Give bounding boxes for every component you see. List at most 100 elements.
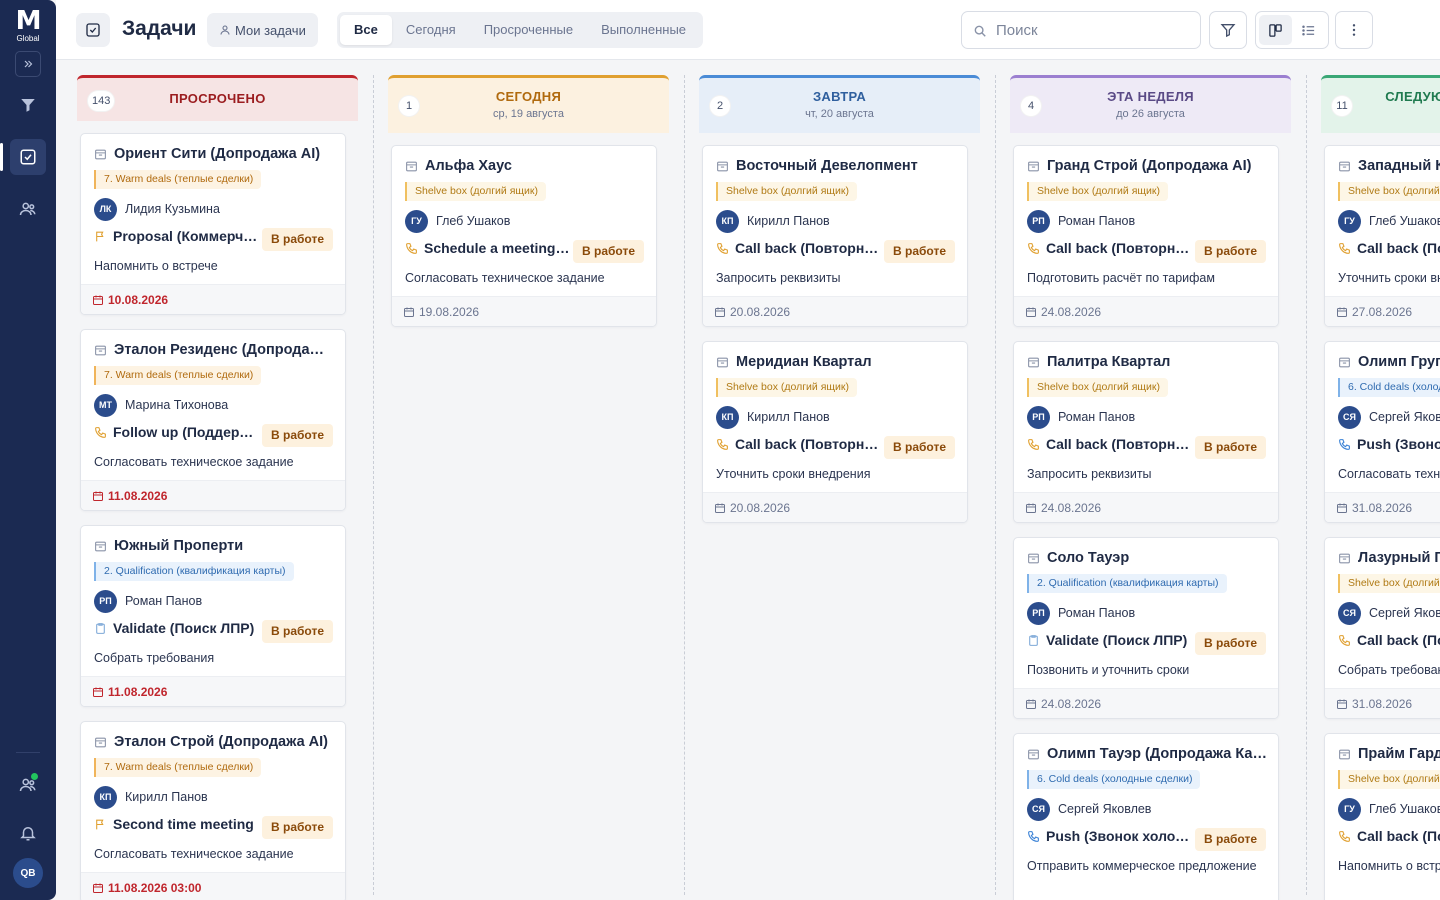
more-options-button[interactable]: [1335, 11, 1373, 49]
brand-logo[interactable]: M Global: [12, 8, 44, 44]
task-card[interactable]: Гранд Строй (Допродажа AI) Shelve box (д…: [1013, 145, 1279, 327]
task-action[interactable]: Validate (Поиск ЛПР): [94, 620, 259, 636]
assignee: РП Роман Панов: [94, 589, 202, 613]
deal-title[interactable]: Ориент Сити (Допродажа AI): [94, 146, 334, 162]
board-column: 2 ЗАВТРА чт, 20 августа Восточный Девело…: [699, 75, 980, 900]
sidebar-item-team[interactable]: [10, 767, 46, 803]
sidebar-item-funnel[interactable]: [10, 87, 46, 123]
deal-title[interactable]: Южный Проперти: [94, 538, 334, 554]
sidebar-rail: M Global QB: [0, 0, 56, 900]
status-badge[interactable]: В работе: [1195, 240, 1266, 263]
deal-title[interactable]: Гранд Строй (Допродажа AI): [1027, 158, 1267, 174]
list-view-button[interactable]: [1292, 15, 1325, 45]
status-badge[interactable]: В работе: [1195, 436, 1266, 459]
sidebar-item-tasks[interactable]: [0, 139, 46, 175]
column-header[interactable]: 143 ПРОСРОЧЕНО: [77, 75, 358, 121]
search-box: [961, 11, 1201, 49]
task-card[interactable]: Олимп Групп 6. Cold deals (холодные сдел…: [1324, 341, 1440, 523]
tab-overdue[interactable]: Просроченные: [470, 15, 587, 45]
deal-title-text: Восточный Девелопмент: [736, 158, 918, 174]
status-badge[interactable]: В работе: [262, 228, 333, 251]
notifications-button[interactable]: [10, 815, 46, 851]
task-description: Согласовать техническое задание: [94, 847, 294, 861]
task-action[interactable]: Push (Звонок холодному клиенту): [1338, 436, 1440, 452]
assignee-avatar: СЯ: [1338, 405, 1361, 429]
deal-title[interactable]: Лазурный Град: [1338, 550, 1440, 566]
task-action[interactable]: Push (Звонок холодному клиенту): [1027, 828, 1192, 844]
deal-title-text: Палитра Квартал: [1047, 354, 1171, 370]
tab-all[interactable]: Все: [340, 15, 392, 45]
status-badge[interactable]: В работе: [1195, 632, 1266, 655]
due-date-text: 11.08.2026: [108, 489, 168, 503]
task-card[interactable]: Лазурный Град Shelve box (долгий ящик) С…: [1324, 537, 1440, 719]
deal-title[interactable]: Палитра Квартал: [1027, 354, 1267, 370]
status-badge[interactable]: В работе: [884, 240, 955, 263]
column-title: СЕГОДНЯ: [495, 89, 562, 104]
deal-title[interactable]: Западный Квартал: [1338, 158, 1440, 174]
status-badge[interactable]: В работе: [573, 240, 644, 263]
status-badge[interactable]: В работе: [262, 620, 333, 643]
column-header[interactable]: 11 СЛЕДУЮЩАЯ НЕДЕЛЯ 27: [1321, 75, 1440, 133]
calendar-icon: [1026, 699, 1036, 709]
task-card[interactable]: Соло Тауэр 2. Qualification (квалификаци…: [1013, 537, 1279, 719]
task-action[interactable]: Call back (Повторный звонок): [1027, 436, 1192, 452]
task-action[interactable]: Proposal (Коммерческое предложение): [94, 228, 259, 244]
task-card[interactable]: Эталон Резиденс (Допродажа AI) 7. Warm d…: [80, 329, 346, 511]
column-header[interactable]: 1 СЕГОДНЯ ср, 19 августа: [388, 75, 669, 133]
task-action[interactable]: Call back (Повторный звонок): [1338, 828, 1440, 844]
task-card[interactable]: Олимп Тауэр (Допродажа Карты) 6. Cold de…: [1013, 733, 1279, 900]
deal-box-icon: [717, 161, 728, 172]
assignee-name: Лидия Кузьмина: [125, 202, 220, 216]
user-avatar[interactable]: QB: [13, 858, 43, 888]
deal-title[interactable]: Олимп Тауэр (Допродажа Карты): [1027, 746, 1267, 762]
task-card[interactable]: Прайм Гарден Shelve box (долгий ящик) ГУ…: [1324, 733, 1440, 900]
task-action-text: Second time meeting: [113, 816, 254, 832]
task-card[interactable]: Восточный Девелопмент Shelve box (долгий…: [702, 145, 968, 327]
task-card[interactable]: Эталон Строй (Допродажа AI) 7. Warm deal…: [80, 721, 346, 900]
task-card[interactable]: Южный Проперти 2. Qualification (квалифи…: [80, 525, 346, 707]
task-card[interactable]: Альфа Хаус Shelve box (долгий ящик) ГУ Г…: [391, 145, 657, 327]
my-tasks-button[interactable]: Мои задачи: [207, 13, 318, 47]
task-action[interactable]: Follow up (Поддержание контакта): [94, 424, 259, 440]
task-card[interactable]: Западный Квартал Shelve box (долгий ящик…: [1324, 145, 1440, 327]
deal-title[interactable]: Эталон Строй (Допродажа AI): [94, 734, 334, 750]
column-header[interactable]: 4 ЭТА НЕДЕЛЯ до 26 августа: [1010, 75, 1291, 133]
task-action[interactable]: Call back (Повторный звонок): [1027, 240, 1192, 256]
task-action[interactable]: Second time meeting: [94, 816, 259, 832]
status-badge[interactable]: В работе: [262, 424, 333, 447]
task-card[interactable]: Палитра Квартал Shelve box (долгий ящик)…: [1013, 341, 1279, 523]
top-header: Задачи Мои задачи Все Сегодня Просроченн…: [56, 0, 1440, 60]
task-action[interactable]: Call back (Повторный звонок): [1338, 240, 1440, 256]
calendar-icon: [715, 307, 725, 317]
deal-title[interactable]: Прайм Гарден: [1338, 746, 1440, 762]
tab-done[interactable]: Выполненные: [587, 15, 700, 45]
status-badge[interactable]: В работе: [262, 816, 333, 839]
deal-title[interactable]: Альфа Хаус: [405, 158, 645, 174]
task-action[interactable]: Validate (Поиск ЛПР): [1027, 632, 1192, 648]
deal-title[interactable]: Соло Тауэр: [1027, 550, 1267, 566]
board-view-button[interactable]: [1259, 15, 1292, 45]
deal-title[interactable]: Восточный Девелопмент: [716, 158, 956, 174]
column-subtitle: до 26 августа: [1116, 108, 1185, 120]
task-action[interactable]: Schedule a meeting (Назначить встречу): [405, 240, 570, 256]
column-header[interactable]: 2 ЗАВТРА чт, 20 августа: [699, 75, 980, 133]
status-badge[interactable]: В работе: [884, 436, 955, 459]
deal-title[interactable]: Меридиан Квартал: [716, 354, 956, 370]
sidebar-item-contacts[interactable]: [10, 191, 46, 227]
task-action[interactable]: Call back (Повторный звонок): [716, 240, 881, 256]
task-card[interactable]: Меридиан Квартал Shelve box (долгий ящик…: [702, 341, 968, 523]
search-input[interactable]: [996, 12, 1196, 48]
deal-title-text: Прайм Гарден: [1358, 746, 1440, 762]
deal-title[interactable]: Эталон Резиденс (Допродажа AI): [94, 342, 334, 358]
task-due-date: 31.08.2026: [1325, 492, 1440, 522]
task-card[interactable]: Ориент Сити (Допродажа AI) 7. Warm deals…: [80, 133, 346, 315]
status-badge[interactable]: В работе: [1195, 828, 1266, 851]
task-action[interactable]: Call back (Повторный звонок): [1338, 632, 1440, 648]
deal-title[interactable]: Олимп Групп: [1338, 354, 1440, 370]
expand-sidebar-button[interactable]: [15, 51, 41, 77]
app-root: { "brand": {"letter": "M", "sub": "Globa…: [0, 0, 1440, 900]
stage-badge: Shelve box (долгий ящик): [1338, 574, 1440, 593]
tab-today[interactable]: Сегодня: [392, 15, 470, 45]
task-action[interactable]: Call back (Повторный звонок): [716, 436, 881, 452]
filter-button[interactable]: [1209, 11, 1247, 49]
